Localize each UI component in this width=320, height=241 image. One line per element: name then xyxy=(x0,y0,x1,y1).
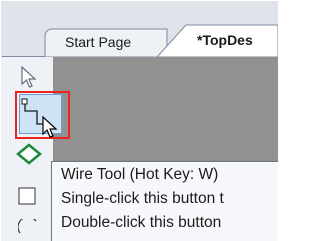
tooltip: Wire Tool (Hot Key: W) Single-click this… xyxy=(51,161,278,241)
tab-label: *TopDes xyxy=(197,32,253,48)
wire-icon xyxy=(21,98,58,138)
wire-tool-button[interactable] xyxy=(15,91,70,139)
tooltip-fade xyxy=(255,162,278,241)
tooltip-title: Wire Tool (Hot Key: W) xyxy=(61,166,219,183)
circle-tool-button[interactable] xyxy=(17,216,38,241)
tab-start-page[interactable]: Start Page xyxy=(45,27,168,57)
square-icon xyxy=(18,187,36,205)
tooltip-line: Double-click this button xyxy=(61,214,222,231)
tooltip-line: Single-click this button t xyxy=(61,190,224,207)
diamond-icon xyxy=(16,143,42,165)
tab-label: Start Page xyxy=(65,34,132,50)
circle-icon xyxy=(17,216,37,234)
arrow-pointer-icon xyxy=(21,65,37,88)
tab-topdes[interactable]: *TopDes xyxy=(163,25,278,55)
designer-window: Start Page *TopDes Wire Tool (Hot Key: W… xyxy=(0,0,278,241)
square-tool-button[interactable] xyxy=(18,187,36,205)
tab-strip: Start Page *TopDes xyxy=(1,1,278,57)
diamond-tool-button[interactable] xyxy=(14,139,44,169)
select-tool-button[interactable] xyxy=(18,65,40,89)
